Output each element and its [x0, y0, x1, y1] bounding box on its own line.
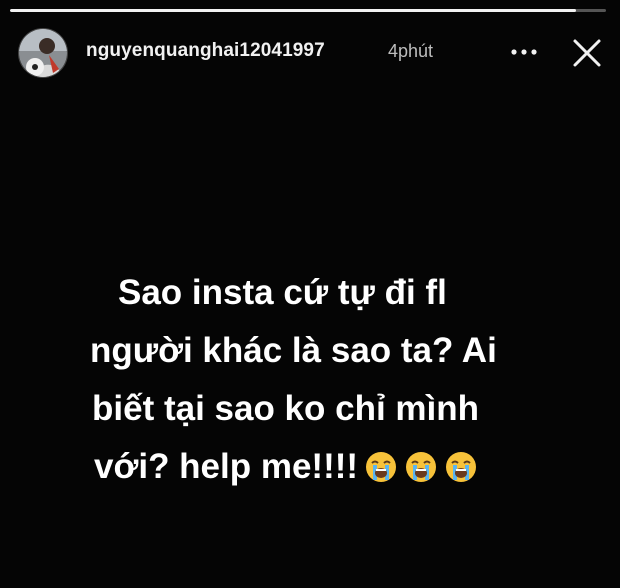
story-caption: Sao insta cứ tự đi fl người khác là sao … [90, 264, 550, 496]
caption-line-1: Sao insta cứ tự đi fl [118, 273, 447, 312]
story-progress-bar [10, 9, 606, 12]
avatar[interactable] [18, 28, 68, 78]
loudly-crying-face-icon [404, 450, 438, 484]
username[interactable]: nguyenquanghai12041997 [86, 40, 325, 62]
close-button[interactable] [568, 34, 606, 72]
caption-line-2: người khác là sao ta? Ai [90, 331, 497, 370]
story-viewer[interactable]: nguyenquanghai12041997 4phút Sao insta c… [0, 0, 620, 588]
caption-line-4-text: với? help me!!!! [94, 447, 359, 486]
more-horizontal-icon [511, 49, 537, 55]
close-icon [573, 39, 601, 67]
more-options-button[interactable] [508, 38, 540, 66]
caption-line-3: biết tại sao ko chỉ mình [92, 389, 480, 428]
story-header: nguyenquanghai12041997 4phút [18, 28, 606, 78]
avatar-image [19, 29, 67, 77]
story-progress-fill [10, 9, 577, 12]
caption-line-4: với? help me!!!! [90, 438, 550, 496]
loudly-crying-face-icon [364, 450, 398, 484]
timestamp: 4phút [388, 41, 434, 61]
loudly-crying-face-icon [444, 450, 478, 484]
